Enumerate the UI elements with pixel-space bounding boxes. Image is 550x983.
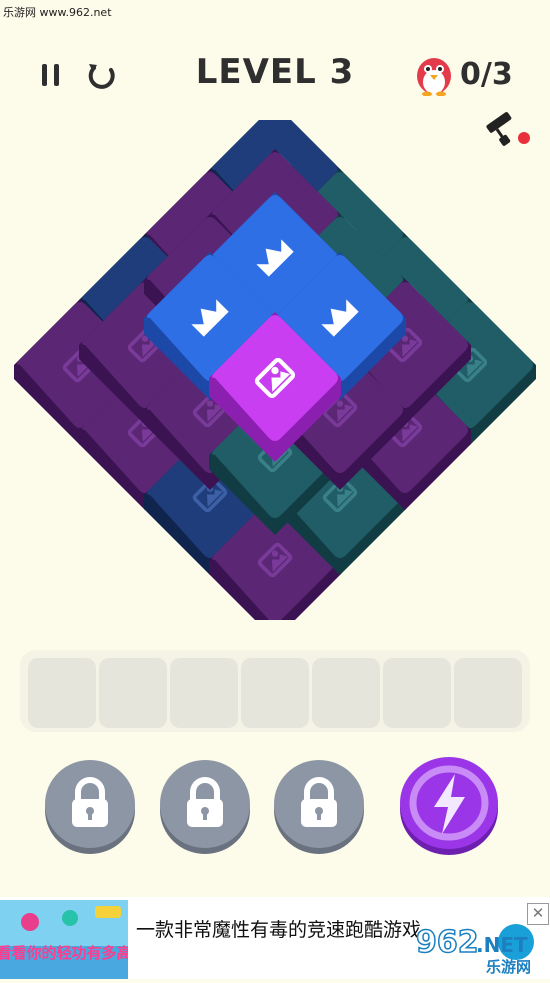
ad-close-button[interactable]: ✕: [527, 903, 549, 925]
tray-slot: [383, 658, 451, 728]
ad-thumb-caption: 看看你的轻功有多高: [0, 944, 128, 962]
site-logo: 962 .NET 乐游网: [412, 922, 542, 976]
tray-slot: [28, 658, 96, 728]
tile-board[interactable]: [0, 120, 550, 620]
tray-slot: [312, 658, 380, 728]
locked-powerup-button[interactable]: [271, 756, 367, 856]
penguin-counter: 0/3: [414, 52, 513, 96]
tile-tray: [20, 650, 530, 732]
logo-number: 962: [416, 925, 479, 960]
tray-slot: [241, 658, 309, 728]
ad-thumbnail[interactable]: 看看你的轻功有多高: [0, 900, 132, 979]
tray-slot: [454, 658, 522, 728]
locked-powerup-button[interactable]: [42, 756, 138, 856]
site-watermark: 乐游网 www.962.net: [3, 6, 112, 19]
logo-suffix: .NET: [476, 933, 528, 957]
ad-headline[interactable]: 一款非常魔性有毒的竞速跑酷游戏: [136, 918, 436, 942]
penguin-icon: [417, 58, 451, 96]
lightning-powerup-button[interactable]: [398, 752, 500, 856]
tray-slot: [170, 658, 238, 728]
tray-slot: [99, 658, 167, 728]
locked-powerup-button[interactable]: [157, 756, 253, 856]
logo-subtitle: 乐游网: [486, 958, 531, 976]
penguin-count: 0/3: [460, 56, 513, 92]
